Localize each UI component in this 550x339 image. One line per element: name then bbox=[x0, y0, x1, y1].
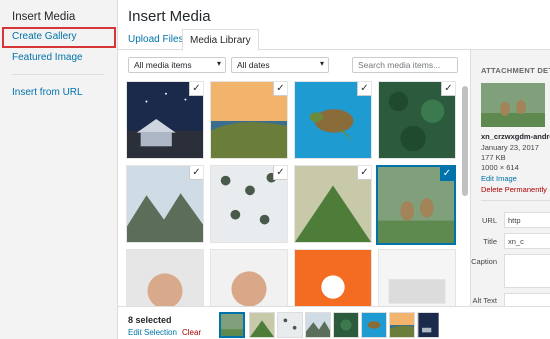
selection-thumb[interactable] bbox=[249, 312, 275, 338]
green-ridge-thumb bbox=[250, 313, 274, 337]
edit-selection-link[interactable]: Edit Selection bbox=[128, 328, 177, 337]
check-icon[interactable]: ✓ bbox=[273, 82, 287, 96]
edit-image-link[interactable]: Edit Image bbox=[481, 174, 517, 183]
attachment-dimensions: 1000 × 614 bbox=[481, 163, 519, 172]
check-icon[interactable]: ✓ bbox=[357, 166, 371, 180]
details-divider bbox=[481, 200, 550, 201]
alt-text-label: Alt Text bbox=[472, 296, 497, 305]
house-night-thumb bbox=[418, 313, 439, 337]
selection-thumb[interactable] bbox=[417, 312, 439, 338]
keyboard-image bbox=[379, 250, 455, 311]
date-value: All dates bbox=[237, 60, 270, 70]
attachment-details: ATTACHMENT DETA xn_crzwxgdm-andre Januar… bbox=[470, 50, 550, 310]
tab-upload-files[interactable]: Upload Files bbox=[128, 34, 184, 45]
media-menu: Insert Media Create Gallery Featured Ima… bbox=[0, 0, 118, 339]
title-field[interactable]: xn_c bbox=[504, 233, 550, 249]
menu-item-featured-image[interactable]: Featured Image bbox=[12, 52, 83, 63]
media-type-select[interactable]: All media items ▾ bbox=[128, 57, 226, 73]
selection-thumb[interactable] bbox=[389, 312, 415, 338]
check-icon[interactable]: ✓ bbox=[273, 166, 287, 180]
check-icon[interactable]: ✓ bbox=[189, 166, 203, 180]
tab-media-library[interactable]: Media Library bbox=[182, 29, 259, 51]
title-label: Title bbox=[483, 237, 497, 246]
selection-toolbar: 8 selected Edit Selection Clear bbox=[118, 306, 550, 339]
media-grid: ✓ ✓ ✓ ✓ ✓ ✓ ✓ ✓ bbox=[126, 81, 460, 311]
forest-aerial-thumb bbox=[334, 313, 358, 337]
chevron-down-icon: ▾ bbox=[319, 59, 324, 68]
deer-forest-thumb bbox=[221, 314, 243, 336]
selection-thumb[interactable] bbox=[219, 312, 245, 338]
media-item[interactable]: ✓ bbox=[126, 81, 204, 159]
media-item[interactable]: ✓ bbox=[210, 81, 288, 159]
snowy-forest-thumb bbox=[278, 313, 302, 337]
media-item[interactable]: ✓ bbox=[126, 165, 204, 243]
search-input[interactable]: Search media items... bbox=[352, 57, 458, 73]
menu-heading: Insert Media bbox=[12, 11, 76, 23]
selection-thumb[interactable] bbox=[305, 312, 331, 338]
url-field[interactable]: http bbox=[504, 212, 550, 228]
attachment-size: 177 KB bbox=[481, 153, 506, 162]
caption-label: Caption bbox=[471, 257, 497, 266]
sea-turtle-thumb bbox=[362, 313, 386, 337]
selection-thumb[interactable] bbox=[361, 312, 387, 338]
menu-item-create-gallery[interactable]: Create Gallery bbox=[12, 31, 76, 42]
menu-item-insert-from-url[interactable]: Insert from URL bbox=[12, 87, 83, 98]
media-type-value: All media items bbox=[134, 60, 192, 70]
media-item[interactable]: ✓ bbox=[376, 165, 456, 245]
selection-thumb[interactable] bbox=[333, 312, 359, 338]
rocky-mountains-thumb bbox=[306, 313, 330, 337]
media-item[interactable] bbox=[294, 249, 372, 311]
media-item[interactable]: ✓ bbox=[294, 81, 372, 159]
media-item[interactable]: ✓ bbox=[294, 165, 372, 243]
caption-field[interactable] bbox=[504, 254, 550, 288]
deer-forest-preview-image bbox=[481, 83, 545, 127]
media-item[interactable]: ✓ bbox=[210, 165, 288, 243]
check-icon[interactable]: ✓ bbox=[189, 82, 203, 96]
selection-thumb[interactable] bbox=[277, 312, 303, 338]
grid-scrollbar[interactable] bbox=[462, 86, 468, 196]
check-icon[interactable]: ✓ bbox=[441, 82, 455, 96]
chevron-down-icon: ▾ bbox=[216, 59, 221, 68]
clear-selection-link[interactable]: Clear bbox=[182, 328, 201, 337]
date-select[interactable]: All dates ▾ bbox=[231, 57, 329, 73]
search-placeholder: Search media items... bbox=[358, 60, 441, 70]
delete-permanently-link[interactable]: Delete Permanently bbox=[481, 185, 547, 194]
media-item[interactable] bbox=[210, 249, 288, 311]
url-label: URL bbox=[481, 216, 497, 225]
menu-divider bbox=[12, 74, 104, 75]
page-title: Insert Media bbox=[128, 8, 211, 25]
coastal-cliffs-thumb bbox=[390, 313, 414, 337]
media-item[interactable]: ✓ bbox=[378, 81, 456, 159]
media-tabs: Upload Files Media Library bbox=[118, 29, 550, 51]
attachment-filename: xn_crzwxgdm-andre bbox=[481, 132, 550, 141]
check-icon[interactable]: ✓ bbox=[440, 167, 454, 181]
man-portrait-image bbox=[127, 250, 203, 311]
check-icon[interactable]: ✓ bbox=[357, 82, 371, 96]
media-item[interactable] bbox=[126, 249, 204, 311]
media-item[interactable] bbox=[378, 249, 456, 311]
avatar-placeholder-image bbox=[295, 250, 371, 311]
smiling-man-image bbox=[211, 250, 287, 311]
selected-count: 8 selected bbox=[128, 315, 172, 325]
attachment-date: January 23, 2017 bbox=[481, 143, 539, 152]
details-heading: ATTACHMENT DETA bbox=[481, 66, 550, 75]
